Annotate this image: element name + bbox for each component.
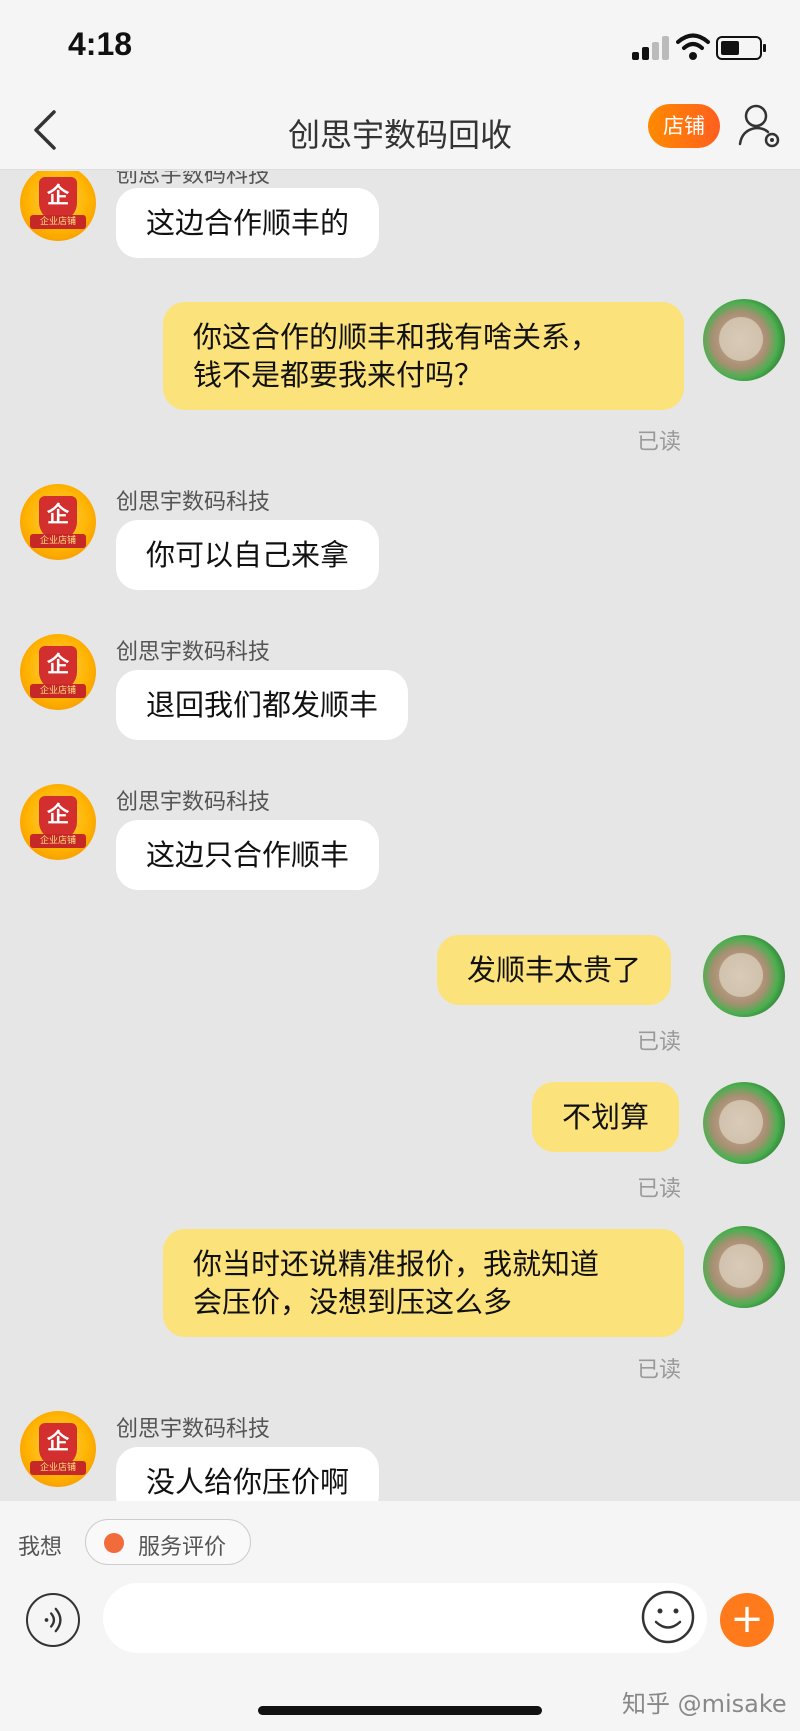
message-bubble-in[interactable]: 这边合作顺丰的: [116, 188, 380, 258]
read-status: 已读: [637, 1030, 682, 1055]
read-status: 已读: [637, 1358, 682, 1383]
message-bubble-out[interactable]: 不划算: [532, 1082, 680, 1152]
user-avatar[interactable]: [703, 1226, 785, 1308]
read-status: 已读: [637, 1177, 682, 1202]
sender-name: 创思宇数码科技: [116, 171, 271, 188]
status-time: 4:18: [68, 26, 133, 62]
shop-avatar[interactable]: 企 企业店铺: [20, 634, 96, 710]
message-bubble-in[interactable]: 退回我们都发顺丰: [116, 670, 409, 740]
shop-avatar[interactable]: 企 企业店铺: [20, 484, 96, 560]
quick-reply-label: 我想: [18, 1535, 63, 1560]
voice-icon[interactable]: [26, 1593, 80, 1647]
read-status: 已读: [637, 430, 682, 455]
message-bubble-in[interactable]: 没人给你压价啊: [116, 1447, 380, 1501]
shop-avatar[interactable]: 企 企业店铺: [20, 171, 96, 241]
message-bubble-out[interactable]: 你这合作的顺丰和我有啥关系， 钱不是都要我来付吗？: [163, 302, 684, 410]
message-input[interactable]: [103, 1583, 707, 1653]
user-avatar[interactable]: [703, 299, 785, 381]
user-avatar[interactable]: [703, 1082, 785, 1164]
user-avatar[interactable]: [703, 935, 785, 1017]
message-bubble-in[interactable]: 你可以自己来拿: [116, 520, 380, 590]
message-bubble-in[interactable]: 这边只合作顺丰: [116, 820, 380, 890]
home-indicator[interactable]: [258, 1706, 542, 1715]
rating-icon: [104, 1533, 124, 1553]
service-rating-button[interactable]: 服务评价: [85, 1519, 251, 1565]
shop-avatar[interactable]: 企 企业店铺: [20, 1411, 96, 1487]
battery-icon: [716, 36, 766, 60]
sender-name: 创思宇数码科技: [116, 790, 271, 815]
signal-icon: [632, 36, 670, 60]
user-settings-icon[interactable]: [738, 102, 782, 152]
plus-icon[interactable]: +: [720, 1593, 774, 1647]
message-bubble-out[interactable]: 发顺丰太贵了: [437, 935, 672, 1005]
sender-name: 创思宇数码科技: [116, 1417, 271, 1442]
shop-button[interactable]: 店铺: [648, 104, 720, 148]
chat-area[interactable]: 企 企业店铺 创思宇数码科技 这边合作顺丰的 你这合作的顺丰和我有啥关系， 钱不…: [0, 171, 800, 1501]
wifi-icon: [676, 33, 710, 60]
sender-name: 创思宇数码科技: [116, 640, 271, 665]
emoji-icon[interactable]: [640, 1589, 696, 1645]
sender-name: 创思宇数码科技: [116, 490, 271, 515]
status-bar: 4:18: [0, 0, 800, 92]
watermark: 知乎 @misake: [622, 1690, 787, 1718]
message-bubble-out[interactable]: 你当时还说精准报价，我就知道 会压价，没想到压这么多: [163, 1229, 684, 1337]
shop-avatar[interactable]: 企 企业店铺: [20, 784, 96, 860]
bottom-bar: 我想 服务评价 + 知乎 @misake: [0, 1501, 800, 1731]
nav-bar: 创思宇数码回收 店铺: [0, 92, 800, 170]
